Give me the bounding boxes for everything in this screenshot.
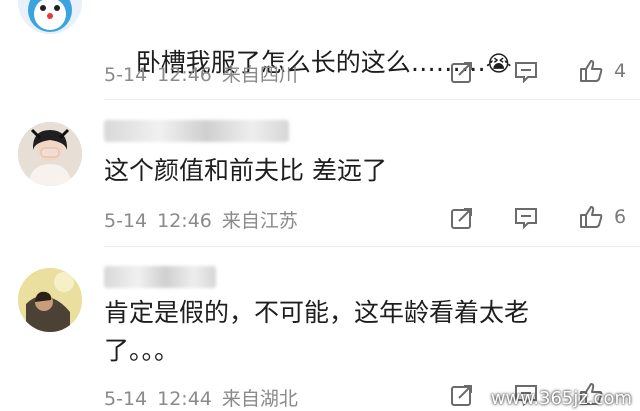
avatar[interactable]	[18, 268, 82, 332]
thumbs-up-icon	[580, 60, 603, 82]
like-button[interactable]	[578, 58, 604, 84]
comment-date: 5-14	[104, 388, 148, 410]
comment-meta: 5-14 12:46 来自江苏	[104, 206, 308, 233]
user-photo-icon	[18, 122, 82, 186]
share-icon	[451, 62, 472, 83]
comment-icon	[515, 62, 537, 84]
comment-date: 5-14	[104, 64, 148, 86]
comment-time: 12:44	[157, 388, 212, 410]
divider	[104, 246, 640, 247]
crying-emoji-icon: 😭	[485, 52, 512, 77]
avatar[interactable]	[18, 0, 82, 34]
watermark: www.365jz.com	[490, 388, 632, 409]
share-button[interactable]	[449, 382, 475, 408]
username-blurred[interactable]	[104, 266, 216, 288]
comment-text: 肯定是假的，不可能，这年龄看着太老 了。。。	[104, 298, 530, 365]
thumbs-up-icon	[580, 206, 603, 228]
comment-time: 12:46	[157, 210, 212, 232]
comment-date: 5-14	[104, 210, 148, 232]
comment-location: 来自江苏	[221, 210, 298, 232]
share-icon	[451, 385, 472, 406]
like-count: 4	[614, 60, 627, 82]
comment-location: 来自湖北	[221, 388, 298, 410]
comment-meta: 5-14 12:46 来自四川	[104, 60, 308, 87]
comment-text: 这个颜值和前夫比 差远了	[104, 156, 387, 185]
comment-item: 肯定是假的，不可能，这年龄看着太老 了。。。 5-14 12:44 来自湖北	[0, 248, 640, 411]
user-photo-icon	[18, 268, 82, 332]
comment-item: 卧槽我服了怎么长的这么………😭 5-14 12:46 来自四川 4	[0, 0, 640, 98]
reply-button[interactable]	[513, 205, 539, 231]
reply-button[interactable]	[513, 59, 539, 85]
share-button[interactable]	[449, 205, 475, 231]
like-count: 6	[614, 206, 627, 228]
like-button[interactable]	[578, 204, 604, 230]
share-button[interactable]	[449, 59, 475, 85]
share-icon	[451, 208, 472, 229]
comment-time: 12:46	[157, 64, 212, 86]
comment-meta: 5-14 12:44 来自湖北	[104, 384, 308, 411]
username-blurred[interactable]	[104, 120, 289, 142]
comment-icon	[515, 208, 537, 230]
comment-item: 这个颜值和前夫比 差远了 5-14 12:46 来自江苏 6	[0, 100, 640, 240]
cartoon-avatar-icon	[18, 0, 82, 34]
comment-location: 来自四川	[221, 64, 298, 86]
avatar[interactable]	[18, 122, 82, 186]
